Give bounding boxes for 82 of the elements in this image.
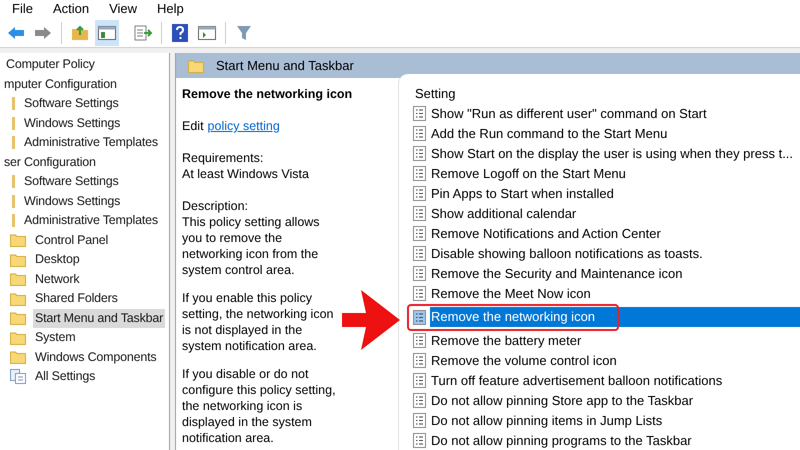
setting-row[interactable]: Remove Notifications and Action Center (430, 224, 800, 244)
tree-item[interactable]: Desktop (33, 250, 82, 270)
folder-icon (10, 311, 26, 326)
folder-edge-icon (12, 175, 15, 188)
tree-item[interactable]: Software Settings (22, 172, 121, 192)
folder-edge-icon (12, 97, 15, 110)
policy-document-icon (413, 393, 426, 408)
menu-item[interactable]: View (109, 0, 138, 19)
setting-row[interactable]: Show "Run as different user" command on Start (430, 104, 800, 124)
policy-document-icon (413, 226, 426, 241)
tree-item[interactable]: Start Menu and Taskbar (33, 308, 166, 328)
setting-row[interactable]: Pin Apps to Start when installed (430, 184, 800, 204)
settings-list-icon (10, 369, 26, 384)
tree-item[interactable]: mputer Configuration (2, 74, 119, 94)
policy-document-icon (413, 333, 426, 348)
tree-item[interactable]: Network (33, 270, 82, 289)
tree-item[interactable]: Administrative Templates (22, 211, 160, 230)
policy-document-icon (413, 186, 426, 201)
tree-item[interactable]: Computer Policy (4, 55, 97, 74)
tree-item[interactable]: ser Configuration (2, 152, 98, 172)
setting-row[interactable]: Show additional calendar (430, 204, 800, 224)
setting-row[interactable]: Remove Logoff on the Start Menu (430, 164, 800, 184)
policy-setting-link[interactable]: policy setting (208, 118, 280, 134)
requirements-text: At least Windows Vista (182, 166, 310, 182)
tree-item[interactable]: Control Panel (33, 230, 110, 250)
tree-item[interactable]: Windows Settings (22, 192, 122, 211)
pointer-arrow (342, 290, 400, 350)
folder-icon (10, 272, 26, 286)
folder-icon (188, 58, 204, 72)
policy-title: Remove the networking icon (182, 86, 354, 102)
folder-icon (10, 252, 26, 267)
setting-row[interactable]: Disable showing balloon notifications as toasts. (430, 244, 800, 264)
setting-row[interactable]: Remove the networking icon (430, 307, 800, 327)
setting-row[interactable]: Do not allow pinning Store app to the Taskbar (430, 390, 800, 410)
setting-row[interactable]: Do not allow pinning programs to the Taskbar (430, 430, 800, 450)
setting-row[interactable]: Remove the Security and Maintenance icon (430, 264, 800, 284)
folder-edge-icon (12, 194, 15, 208)
policy-document-icon (413, 206, 426, 221)
policy-document-icon (413, 246, 426, 261)
folder-icon (10, 350, 26, 364)
description-text: If you enable this policy setting, the networking icon is not displayed in the system notification area. (182, 290, 334, 354)
policy-document-icon (413, 146, 426, 161)
description-text: If you disable or do not configure this policy setting, the networking icon is displayed in the system notification area. (182, 366, 337, 446)
tree-item[interactable]: System (33, 328, 78, 348)
policy-document-icon (413, 413, 426, 428)
policy-document-icon (413, 266, 426, 281)
policy-document-icon (413, 126, 426, 141)
description-label: Description: (182, 198, 249, 214)
menu-item[interactable]: File (12, 0, 33, 19)
tree-item[interactable]: Administrative Templates (22, 133, 160, 152)
tree-item[interactable]: Software Settings (22, 94, 121, 114)
column-header: Setting (414, 85, 456, 103)
folder-edge-icon (12, 136, 15, 150)
policy-document-icon (413, 373, 426, 388)
policy-document-icon (413, 106, 426, 121)
panel-toggle-icon[interactable] (95, 20, 119, 46)
policy-document-icon (413, 166, 426, 181)
policy-document-icon (413, 353, 426, 368)
setting-row[interactable]: Remove the volume control icon (430, 350, 800, 370)
policy-document-icon (413, 286, 426, 301)
policy-document-icon (413, 310, 426, 324)
folder-icon (10, 330, 26, 345)
tree-item[interactable]: All Settings (33, 367, 98, 386)
setting-row[interactable]: Remove the Meet Now icon (430, 284, 800, 304)
requirements-label: Requirements: (182, 150, 264, 166)
header-title: Start Menu and Taskbar (216, 56, 354, 75)
tree-item[interactable]: Shared Folders (33, 289, 120, 308)
setting-row[interactable]: Do not allow pinning items in Jump Lists (430, 410, 800, 430)
setting-row[interactable]: Add the Run command to the Start Menu (430, 124, 800, 144)
setting-row[interactable]: Turn off feature advertisement balloon notifications (430, 370, 800, 390)
folder-icon (10, 233, 26, 248)
folder-edge-icon (12, 214, 15, 228)
menu-item[interactable]: Help (157, 0, 184, 19)
setting-row[interactable]: Show Start on the display the user is using when they press t... (430, 144, 800, 164)
folder-icon (10, 292, 26, 306)
edit-label: Edit (182, 118, 204, 134)
menu-item[interactable]: Action (52, 0, 90, 19)
description-text: This policy setting allows you to remove the networking icon from the system control area. (182, 214, 321, 278)
tree-item[interactable]: Windows Components (33, 348, 158, 367)
tree-item[interactable]: Windows Settings (22, 114, 122, 133)
setting-row[interactable]: Remove the battery meter (430, 330, 800, 350)
folder-edge-icon (12, 116, 15, 130)
